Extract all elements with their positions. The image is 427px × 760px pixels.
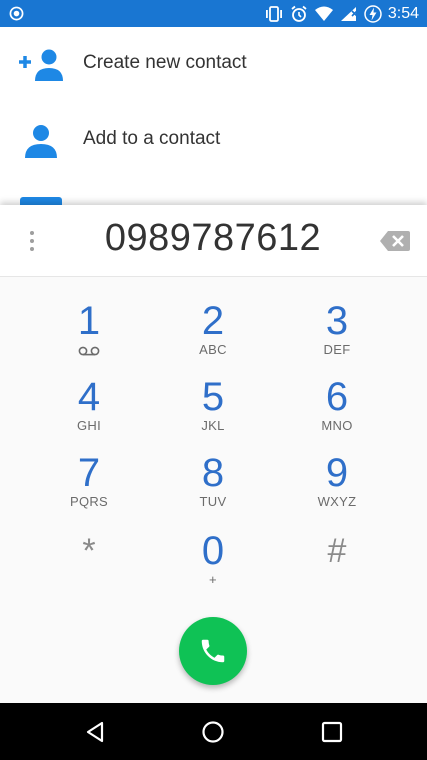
key-letters: JKL <box>201 418 225 433</box>
create-new-contact-label: Create new contact <box>83 52 247 73</box>
back-icon[interactable] <box>82 719 108 745</box>
key-digit: 8 <box>201 451 225 495</box>
dialed-number[interactable]: 0989787612 <box>60 217 366 260</box>
key-digit: # <box>327 532 347 570</box>
key-digit: 2 <box>201 299 225 343</box>
status-time: 3:54 <box>387 4 419 22</box>
key-6[interactable]: 6 MNO <box>277 375 397 447</box>
create-new-contact-row[interactable]: Create new contact <box>0 27 427 103</box>
navigation-bar <box>0 703 427 760</box>
add-person-icon <box>19 49 63 81</box>
person-icon <box>25 125 57 158</box>
alarm-icon <box>291 5 307 22</box>
key-letters: TUV <box>199 494 227 509</box>
key-3[interactable]: 3 DEF <box>277 299 397 371</box>
key-9[interactable]: 9 WXYZ <box>277 451 397 523</box>
add-to-contact-label: Add to a contact <box>83 128 221 149</box>
key-letters: GHI <box>76 418 101 433</box>
key-digit: 3 <box>325 299 349 343</box>
key-digit: 1 <box>77 299 101 343</box>
contact-actions-list: Create new contact Add to a contact <box>0 27 427 205</box>
status-bar: 3:54 <box>0 0 427 27</box>
call-button[interactable] <box>179 617 247 685</box>
key-digit: 0 <box>201 529 225 573</box>
record-icon <box>9 6 24 21</box>
key-star[interactable]: * <box>29 529 149 601</box>
phone-icon <box>201 639 225 663</box>
key-hash[interactable]: # <box>277 529 397 601</box>
partial-row-icon <box>20 197 62 205</box>
voicemail-icon <box>78 346 100 356</box>
key-4[interactable]: 4 GHI <box>29 375 149 447</box>
key-digit: 7 <box>77 451 101 495</box>
home-icon[interactable] <box>200 719 226 745</box>
recents-icon[interactable] <box>319 719 345 745</box>
vibrate-icon <box>265 5 282 22</box>
backspace-icon[interactable] <box>379 229 411 253</box>
battery-charging-icon <box>364 4 382 23</box>
key-digit: 9 <box>325 451 349 495</box>
key-digit: 5 <box>201 375 225 419</box>
wifi-icon <box>314 6 333 21</box>
key-8[interactable]: 8 TUV <box>153 451 273 523</box>
key-letters: WXYZ <box>317 494 357 509</box>
signal-icon <box>340 6 358 21</box>
overflow-menu-icon[interactable] <box>24 227 40 255</box>
key-letters: DEF <box>323 342 351 357</box>
key-7[interactable]: 7 PQRS <box>29 451 149 523</box>
key-digit: 4 <box>77 375 101 419</box>
add-to-contact-row[interactable]: Add to a contact <box>0 103 427 179</box>
key-letters: MNO <box>321 418 353 433</box>
digits-bar: 0989787612 <box>0 205 427 277</box>
key-1[interactable]: 1 <box>29 299 149 371</box>
key-0[interactable]: 0 + <box>153 529 273 601</box>
key-digit: 6 <box>325 375 349 419</box>
dialpad-sheet: 0989787612 1 2 ABC 3 DEF 4 GHI 5 JKL 6 M… <box>0 205 427 703</box>
key-letters: ABC <box>199 342 227 357</box>
key-5[interactable]: 5 JKL <box>153 375 273 447</box>
key-digit: * <box>82 532 96 570</box>
key-letters: + <box>209 572 217 587</box>
key-2[interactable]: 2 ABC <box>153 299 273 371</box>
key-letters: PQRS <box>69 494 109 509</box>
